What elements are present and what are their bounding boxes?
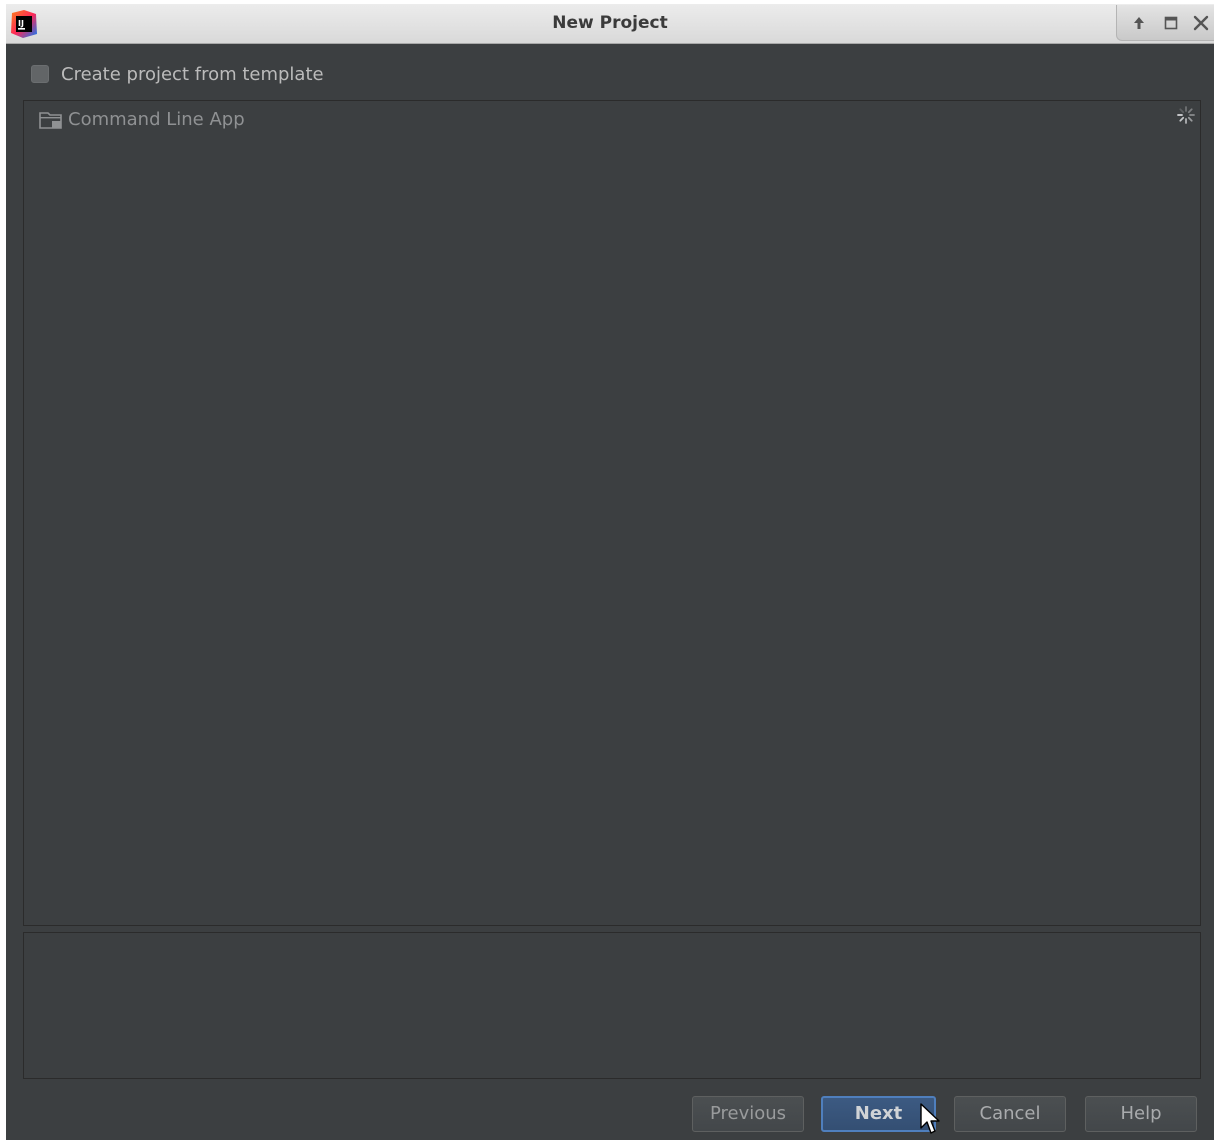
window-controls xyxy=(1116,5,1214,41)
template-description-panel xyxy=(23,932,1201,1079)
folder-template-icon xyxy=(39,112,62,129)
previous-button[interactable]: Previous xyxy=(692,1096,804,1132)
title-bar[interactable]: IJ New Project xyxy=(6,4,1214,44)
template-list[interactable]: Command Line App xyxy=(23,100,1201,926)
window-title: New Project xyxy=(552,13,668,33)
window-up-icon[interactable] xyxy=(1130,14,1148,32)
window-maximize-icon[interactable] xyxy=(1162,14,1180,32)
create-from-template-label[interactable]: Create project from template xyxy=(61,64,324,85)
create-from-template-checkbox[interactable] xyxy=(31,65,49,83)
window-close-icon[interactable] xyxy=(1192,14,1210,32)
spinner-icon xyxy=(1177,106,1195,124)
template-list-item-label: Command Line App xyxy=(68,109,245,130)
next-button[interactable]: Next xyxy=(821,1096,936,1132)
help-button[interactable]: Help xyxy=(1085,1096,1197,1132)
cancel-button[interactable]: Cancel xyxy=(954,1096,1066,1132)
new-project-dialog: IJ New Project Create project from templ… xyxy=(6,4,1214,1140)
